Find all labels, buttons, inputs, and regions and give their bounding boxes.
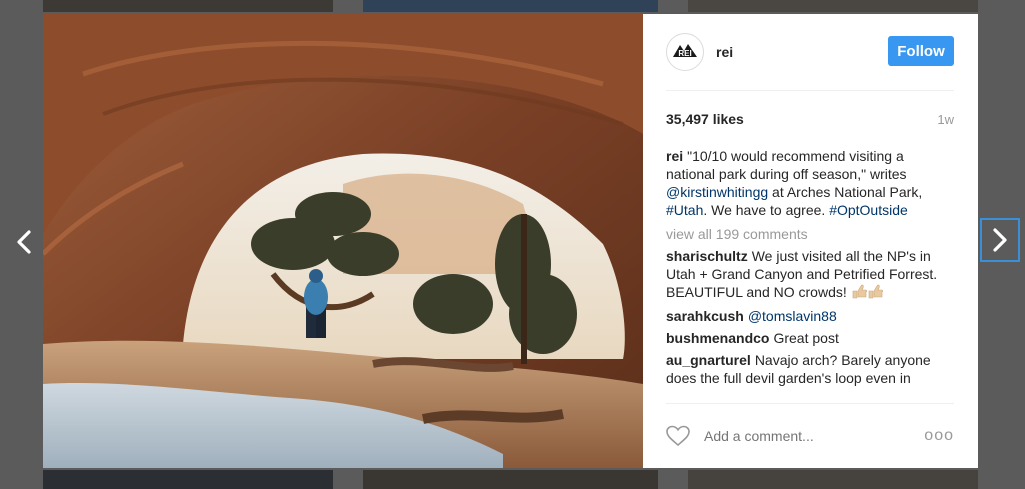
background-tile <box>363 0 658 12</box>
previous-post-button[interactable] <box>6 222 42 262</box>
comment: sharischultz We just visited all the NP's… <box>666 247 954 303</box>
add-comment-input[interactable] <box>702 427 925 445</box>
caption-username[interactable]: rei <box>666 148 683 164</box>
comment-username[interactable]: sarahkcush <box>666 308 744 324</box>
next-post-button[interactable] <box>980 218 1020 262</box>
comment: sarahkcush @tomslavin88 <box>666 307 954 325</box>
background-tile <box>43 470 333 489</box>
svg-text:REI: REI <box>678 49 691 58</box>
caption-text: . We have to agree. <box>703 202 830 218</box>
comments-list: rei "10/10 would recommend visiting a nat… <box>666 147 954 393</box>
caption: rei "10/10 would recommend visiting a nat… <box>666 147 954 219</box>
background-tile <box>688 0 978 12</box>
chevron-left-icon <box>17 230 31 254</box>
background-tile <box>43 0 333 12</box>
caption-text: at Arches National Park, <box>768 184 923 200</box>
comment-username[interactable]: sharischultz <box>666 248 748 264</box>
heart-icon[interactable] <box>666 425 690 447</box>
post-timestamp[interactable]: 1w <box>937 112 954 127</box>
username[interactable]: rei <box>716 44 733 60</box>
caption-hashtag[interactable]: #OptOutside <box>829 202 908 218</box>
post-sidebar: REI rei Follow 35,497 likes 1w rei "10/10… <box>643 14 978 468</box>
more-options-icon[interactable]: ooo <box>924 427 954 445</box>
rei-logo-icon: REI <box>673 44 697 58</box>
view-all-comments-link[interactable]: view all 199 comments <box>666 225 954 243</box>
comment: au_gnarturel Navajo arch? Barely anyone d… <box>666 351 954 387</box>
follow-button[interactable]: Follow <box>888 36 954 66</box>
thumbs-up-emoji-icon <box>851 283 885 303</box>
avatar[interactable]: REI <box>666 33 704 71</box>
likes-row: 35,497 likes 1w <box>666 111 954 127</box>
comment-text: Great post <box>773 330 839 347</box>
comment-mention[interactable]: @tomslavin88 <box>748 308 837 324</box>
chevron-right-icon <box>993 228 1007 252</box>
comment-username[interactable]: bushmenandco <box>666 330 769 346</box>
post-photo <box>43 14 643 468</box>
comment-footer: ooo <box>666 403 954 468</box>
caption-text: "10/10 would recommend visiting a nation… <box>666 148 907 182</box>
comment: bushmenandco Great post <box>666 329 954 347</box>
comment-username[interactable]: au_gnarturel <box>666 352 751 368</box>
caption-mention[interactable]: @kirstinwhitingg <box>666 184 768 200</box>
likes-count[interactable]: 35,497 likes <box>666 111 744 127</box>
background-tile <box>363 470 658 489</box>
post-modal: REI rei Follow 35,497 likes 1w rei "10/10… <box>43 14 978 468</box>
background-tile <box>688 470 978 489</box>
caption-hashtag[interactable]: #Utah <box>666 202 703 218</box>
post-header: REI rei Follow <box>666 14 954 91</box>
